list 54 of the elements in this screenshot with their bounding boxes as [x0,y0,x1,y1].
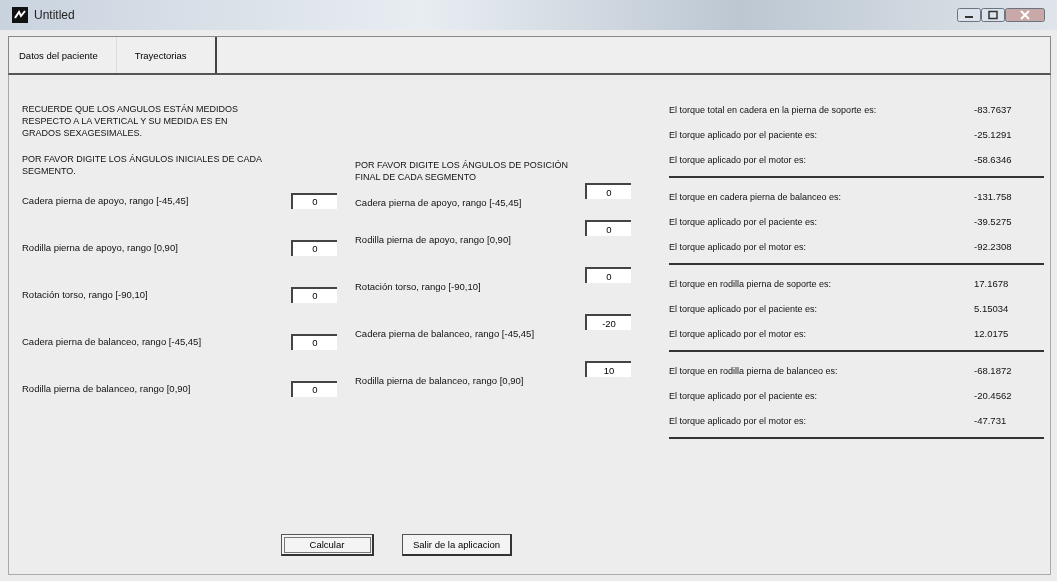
field-label: Rodilla pierna de balanceo, rango [0,90] [22,383,191,394]
section-heading: POR FAVOR DIGITE LOS ÁNGULOS INICIALES DE CADA SEGMENTO. [22,153,263,177]
result-value: -58.6346 [974,154,1013,165]
angle-field[interactable]: -20 [585,314,631,330]
angle-field[interactable]: 0 [585,267,631,283]
minimize-icon[interactable] [957,8,981,22]
maximize-icon[interactable] [981,8,1005,22]
result-label: El torque aplicado por el paciente es: [669,216,818,227]
result-value: 5.15034 [974,303,1010,314]
result-value: -25.1291 [974,129,1013,140]
result-label: El torque total en cadera en la pierna de soporte es: [669,104,877,115]
window-title: Untitled [34,8,75,22]
instruction-text: RECUERDE QUE LOS ANGULOS ESTÁN MEDIDOS RESPECTO A LA VERTICAL Y SU MEDIDA ES EN GRADOS SEXAGESIMALES. [22,103,240,139]
field-label: Cadera pierna de balanceo, rango [-45,45] [355,327,535,339]
section-heading: POR FAVOR DIGITE LOS ÁNGULOS DE POSICIÓN FINAL DE CADA SEGMENTO [355,159,569,183]
result-label: El torque aplicado por el paciente es: [669,129,818,140]
angle-field[interactable]: 0 [291,286,337,303]
field-label: Cadera pierna de apoyo, rango [-45,45] [22,195,189,206]
field-label: Rodilla pierna de balanceo, rango [0,90] [355,374,524,386]
result-label: El torque aplicado por el motor es: [669,154,807,165]
field-label: Rodilla pierna de apoyo, rango [0,90] [22,242,178,253]
result-value: -47.731 [974,415,1008,426]
angle-field[interactable]: 0 [291,380,337,397]
result-label: El torque aplicado por el paciente es: [669,303,818,314]
angle-field[interactable]: 0 [291,333,337,350]
result-label: El torque aplicado por el paciente es: [669,390,818,401]
field-label: Rodilla pierna de apoyo, rango [0,90] [355,233,511,245]
field-label: Rotación torso, rango [-90,10] [22,289,148,300]
app-icon [12,7,28,23]
field-label: Rotación torso, rango [-90,10] [355,280,481,292]
field-label: Cadera pierna de balanceo, rango [-45,45] [22,336,202,347]
result-value: -131.758 [974,191,1013,202]
result-label: El torque aplicado por el motor es: [669,241,807,252]
angle-field[interactable]: 0 [585,220,631,236]
result-label: El torque aplicado por el motor es: [669,415,807,426]
close-icon[interactable] [1005,8,1045,22]
angle-field[interactable]: 0 [291,192,337,209]
result-value: -20.4562 [974,390,1013,401]
calculate-button[interactable]: Calcular [281,534,374,556]
result-value: -83.7637 [974,104,1013,115]
field-label: Cadera pierna de apoyo, rango [-45,45] [355,196,522,208]
result-label: El torque aplicado por el motor es: [669,328,807,339]
result-value: -39.5275 [974,216,1013,227]
result-value: -92.2308 [974,241,1013,252]
result-value: 12.0175 [974,328,1010,339]
angle-field[interactable]: 0 [585,183,631,199]
result-value: 17.1678 [974,278,1010,289]
result-label: El torque en cadera pierna de balanceo es: [669,191,842,202]
result-value: -68.1872 [974,365,1013,376]
angle-field[interactable]: 0 [291,239,337,256]
exit-button[interactable]: Salir de la aplicacion [402,534,513,556]
result-label: El torque en rodilla pierna de soporte es: [669,278,832,289]
result-label: El torque en rodilla pierna de balanceo es: [669,365,838,376]
angle-field[interactable]: 10 [585,361,631,377]
